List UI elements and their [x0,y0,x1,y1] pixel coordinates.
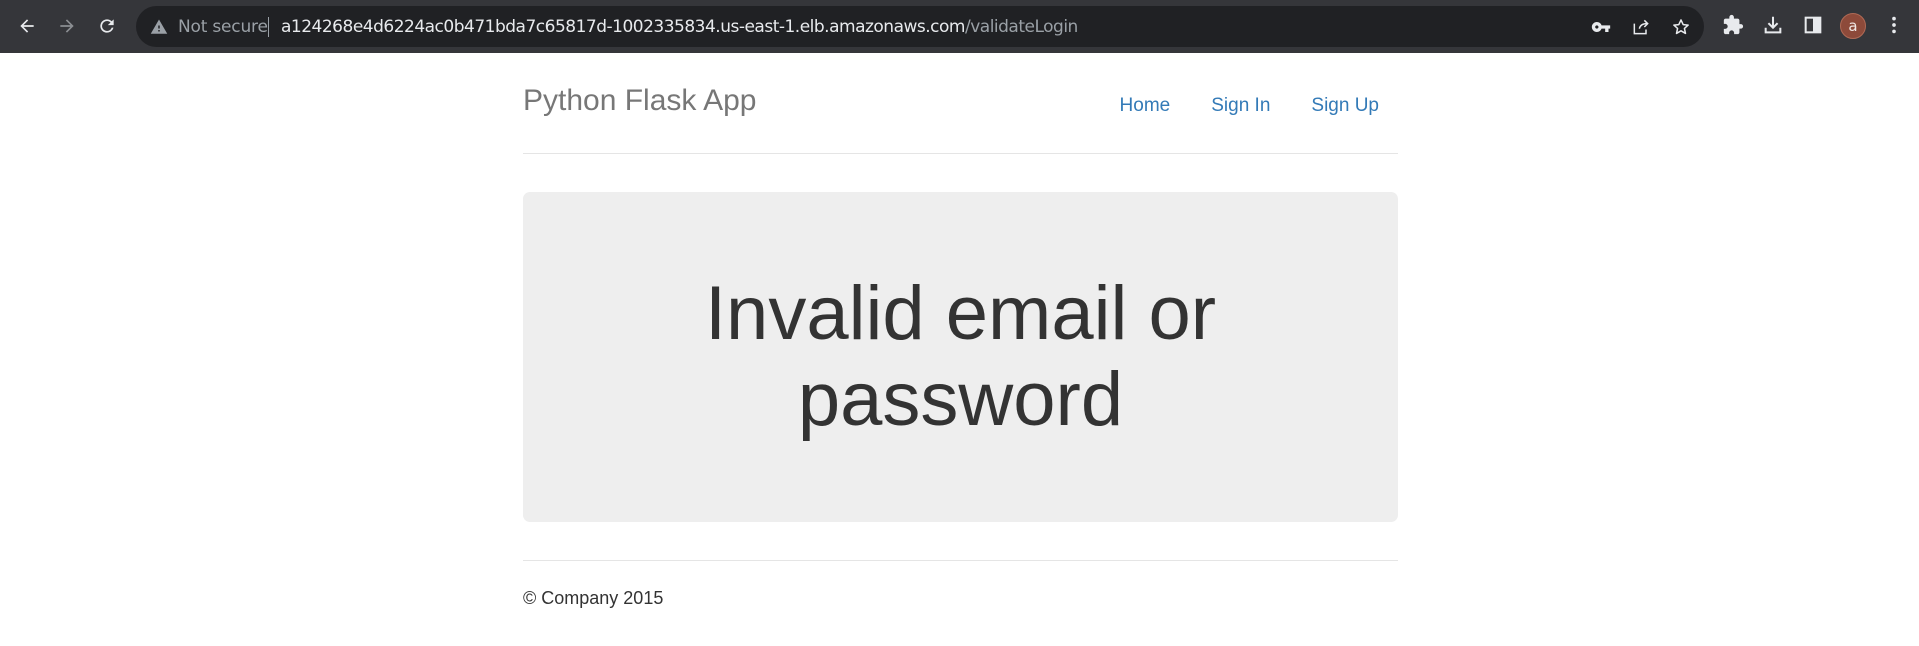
side-panel-icon[interactable] [1802,14,1824,36]
header-nav: Home Sign In Sign Up [1079,95,1379,117]
footer-divider [523,560,1398,561]
warning-icon[interactable] [150,18,168,36]
main-container: Python Flask App Home Sign In Sign Up In… [523,53,1398,646]
header-divider [523,153,1398,154]
menu-icon[interactable] [1883,14,1905,36]
nav-link-sign-in[interactable]: Sign In [1211,95,1270,117]
nav-link-sign-up[interactable]: Sign Up [1311,95,1379,117]
url-path: /validateLogin [964,17,1078,37]
download-icon[interactable] [1762,14,1784,36]
forward-icon [60,19,74,33]
url-host: a124268e4d6224ac0b471bda7c65817d-1002335… [281,17,965,37]
forward-button[interactable] [50,9,84,43]
nav-link-home[interactable]: Home [1120,95,1171,117]
reload-button[interactable] [90,9,124,43]
star-icon[interactable] [1671,17,1691,37]
reload-icon [100,19,114,33]
browser-toolbar: Not secure a124268e4d6224ac0b471bda7c658… [0,0,1919,53]
address-bar[interactable]: Not secure a124268e4d6224ac0b471bda7c658… [136,6,1704,47]
footer-text: © Company 2015 [523,588,664,608]
security-label[interactable]: Not secure [178,17,268,37]
profile-avatar[interactable]: a [1840,13,1866,39]
error-message: Invalid email or password [704,271,1217,442]
message-panel: Invalid email or password [523,192,1398,522]
back-button[interactable] [10,9,44,43]
page-content: Python Flask App Home Sign In Sign Up In… [0,53,1919,646]
url-text[interactable]: a124268e4d6224ac0b471bda7c65817d-1002335… [281,17,1078,37]
back-icon [20,19,34,33]
omnibox-separator [268,17,269,37]
brand-title: Python Flask App [523,84,757,117]
share-icon[interactable] [1631,17,1651,37]
key-icon[interactable] [1591,17,1611,37]
extensions-icon[interactable] [1722,14,1744,36]
